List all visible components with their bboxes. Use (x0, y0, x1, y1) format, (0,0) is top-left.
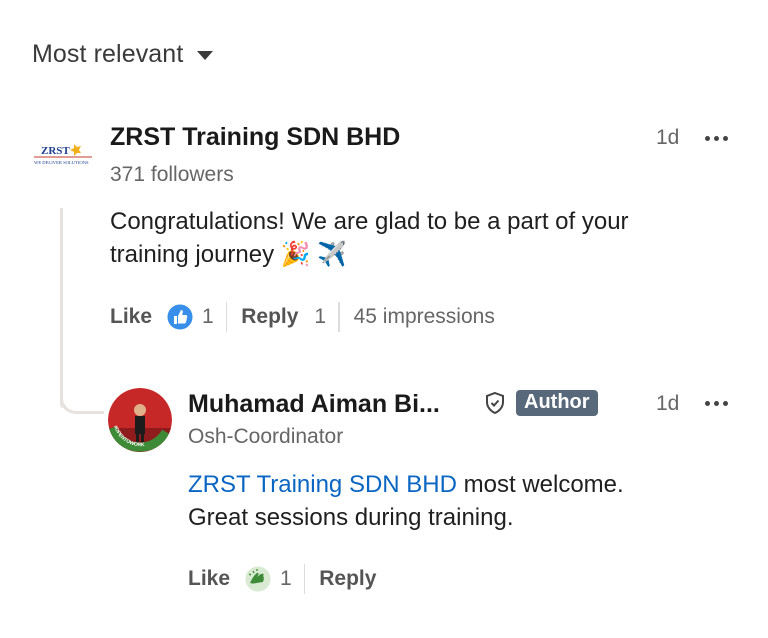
reply-button[interactable]: Reply (241, 305, 298, 329)
emoji-party-plane: 🎉 ✈️ (280, 241, 348, 268)
impressions-count: 45 impressions (353, 305, 495, 328)
divider (225, 302, 228, 332)
reply-author-avatar[interactable]: #OPENTOWORK (108, 388, 172, 452)
celebrate-reaction-icon[interactable] (244, 565, 272, 593)
like-count[interactable]: 1 (280, 567, 292, 591)
comment-text-line-2-words: training journey (110, 241, 275, 268)
reply-timestamp: 1d (656, 392, 680, 415)
comment-actions: Like 1 Reply 1 45 impressions (110, 302, 495, 332)
company-logo[interactable]: ZRST WE DELIVER SOLUTIONS (30, 140, 96, 170)
more-options-icon[interactable] (705, 136, 728, 141)
reply-text-line-2: Great sessions during training. (188, 504, 514, 531)
logo-tagline: WE DELIVER SOLUTIONS (34, 160, 89, 165)
reply-text-line-1: ZRST Training SDN BHD most welcome. (188, 468, 624, 501)
author-badge: Author (516, 390, 598, 416)
comment-text: Congratulations! We are glad to be a par… (110, 205, 629, 271)
divider (338, 302, 340, 332)
mention-link[interactable]: ZRST Training SDN BHD (188, 471, 457, 498)
thread-connector (60, 208, 63, 408)
reply-author-headline: Osh-Coordinator (188, 425, 344, 448)
comment-author-followers: 371 followers (110, 163, 234, 186)
caret-down-icon (197, 51, 214, 60)
like-button[interactable]: Like (110, 305, 152, 329)
reply-actions: Like 1 Reply (188, 564, 376, 594)
reply-button[interactable]: Reply (319, 567, 376, 591)
thread-connector-curve (60, 392, 104, 414)
like-reaction-icon[interactable] (166, 303, 194, 331)
like-count[interactable]: 1 (202, 305, 214, 329)
comment-timestamp: 1d (656, 126, 680, 149)
more-options-icon[interactable] (705, 401, 728, 406)
sort-label: Most relevant (32, 40, 184, 68)
like-button[interactable]: Like (188, 567, 230, 591)
reply-text-after-mention: most welcome. (456, 471, 624, 498)
divider (303, 564, 306, 594)
logo-text: ZRST (41, 145, 70, 157)
reply-text: ZRST Training SDN BHD most welcome. Grea… (188, 468, 624, 534)
comment-author-name[interactable]: ZRST Training SDN BHD (110, 123, 400, 152)
sort-dropdown[interactable]: Most relevant (32, 40, 214, 69)
comment-text-line-1: Congratulations! We are glad to be a par… (110, 208, 629, 235)
reply-author-name[interactable]: Muhamad Aiman Bi... (188, 390, 440, 419)
reply-count[interactable]: 1 (314, 305, 326, 329)
comment-text-line-2: training journey 🎉 ✈️ (110, 238, 629, 271)
verified-shield-icon (486, 391, 504, 415)
